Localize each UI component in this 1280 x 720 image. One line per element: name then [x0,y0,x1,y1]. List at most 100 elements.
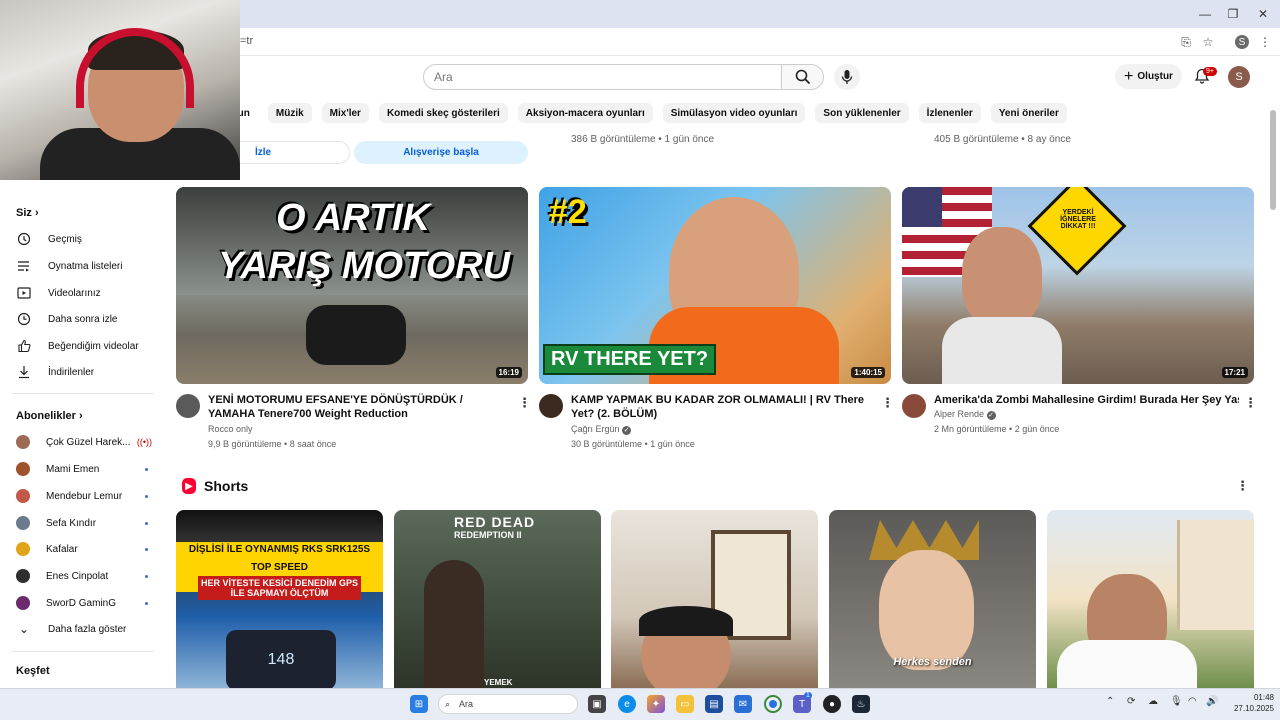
chip-new-to-you[interactable]: Yeni öneriler [990,103,1067,123]
subscription-name: Enes Cinpolat [46,570,109,582]
obs-icon[interactable]: ● [823,695,841,713]
chip-mixes[interactable]: Mix'ler [321,103,369,123]
video-thumbnail[interactable]: #2 RV THERE YET? 1:40:15 [539,187,891,384]
video-title[interactable]: YENİ MOTORUMU EFSANE'YE DÖNÜŞTÜRDÜK / YA… [208,393,498,421]
tray-wifi-icon[interactable]: ◠ [1188,696,1197,707]
account-avatar[interactable]: S [1228,66,1250,88]
more-actions-icon[interactable]: ⋮ [518,395,531,411]
tray-volume-icon[interactable]: 🔊 [1206,696,1218,707]
file-explorer-icon[interactable]: ▭ [676,695,694,713]
store-icon[interactable]: ▤ [705,695,723,713]
sidebar-subscription[interactable]: SworD GaminG [16,594,156,612]
chrome-icon[interactable] [764,695,782,713]
maximize-button[interactable]: ❐ [1216,0,1250,28]
short-thumbnail[interactable]: RED DEAD REDEMPTION II YEMEK [394,510,601,688]
channel-avatar[interactable] [902,394,926,418]
more-actions-icon[interactable]: ⋮ [881,395,894,411]
short-thumbnail[interactable]: DİŞLİSİ İLE OYNANMIŞ RKS SRK125S TOP SPE… [176,510,383,688]
video-duration: 16:19 [495,367,522,378]
tray-chevron-up-icon[interactable]: ⌃ [1106,696,1114,707]
channel-avatar [16,569,30,583]
channel-avatar [16,542,30,556]
short-thumbnail[interactable]: Herkes senden [829,510,1036,688]
sidebar-subscription[interactable]: Kafalar [16,540,156,558]
close-window-button[interactable]: ✕ [1246,0,1280,28]
url-text[interactable]: =tr [240,35,253,47]
sidebar-subscription[interactable]: Sefa Kındır [16,514,156,532]
webcam-overlay [0,0,240,180]
short-thumbnail[interactable] [611,510,818,688]
voice-search-button[interactable] [834,64,860,90]
sidebar-subscription[interactable]: Enes Cinpolat [16,567,156,585]
chip-watched[interactable]: İzlenenler [918,103,981,123]
sidebar-you-heading[interactable]: Siz › [16,207,39,219]
tray-cloud-icon[interactable]: ☁ [1148,696,1158,707]
video-stats: 30 B görüntüleme • 1 gün önce [571,439,695,449]
channel-name[interactable]: Alper Rende ✓ [934,409,996,420]
video-duration: 1:40:15 [851,367,885,378]
chip-recently-uploaded[interactable]: Son yüklenenler [815,103,909,123]
sidebar-show-more[interactable]: ⌄ Daha fazla göster [16,620,156,638]
search-button[interactable] [782,64,824,90]
edge-icon[interactable]: e [618,695,636,713]
like-icon [16,338,32,354]
outlook-icon[interactable]: ✉ [734,695,752,713]
subscription-name: Mami Emen [46,463,100,475]
sidebar-item-watch-later[interactable]: Daha sonra izle [16,310,156,328]
windows-start-icon[interactable]: ⊞ [410,695,428,713]
sidebar-subscription[interactable]: Çok Güzel Harek... ((•)) [16,433,156,451]
video-thumbnail[interactable]: O ARTIK YARIŞ MOTORU 16:19 [176,187,528,384]
short-text: HER VİTESTE KESİCİ DENEDİM GPS İLE SAPMA… [198,576,361,600]
sidebar-item-label: Videolarınız [48,287,101,299]
bookmark-star-icon[interactable]: ☆ [1199,33,1217,51]
search-input[interactable]: Ara [423,64,782,90]
ad-shop-button[interactable]: Alışverişe başla [354,141,528,164]
sidebar-subscription[interactable]: Mami Emen [16,460,156,478]
channel-avatar[interactable] [176,394,200,418]
install-app-icon[interactable]: ⎘ [1177,33,1195,51]
sidebar-item-liked[interactable]: Beğendiğim videolar [16,337,156,355]
video-title[interactable]: Amerika'da Zombi Mahallesine Girdim! Bur… [934,393,1239,407]
chip-comedy[interactable]: Komedi skeç gösterileri [378,103,508,123]
channel-avatar[interactable] [539,394,563,418]
sidebar-subscriptions-heading[interactable]: Abonelikler › [16,410,83,422]
sidebar-item-playlists[interactable]: Oynatma listeleri [16,257,156,275]
system-clock[interactable]: 01:48 27.10.2025 [1228,692,1274,714]
browser-profile-avatar[interactable]: S [1235,35,1249,49]
create-button[interactable]: + Oluştur [1115,64,1182,89]
video-title[interactable]: KAMP YAPMAK BU KADAR ZOR OLMAMALI! | RV … [571,393,871,421]
page-scrollbar[interactable] [1270,110,1276,210]
shorts-more-icon[interactable]: ⋮ [1236,478,1249,494]
chip-music[interactable]: Müzik [267,103,312,123]
verified-icon: ✓ [622,426,632,435]
chip-action-adventure[interactable]: Aksiyon-macera oyunları [517,103,653,123]
sidebar-item-history[interactable]: Geçmiş [16,230,156,248]
sidebar-divider [12,393,154,394]
prev-video-meta-1: 386 B görüntüleme • 1 gün önce [571,134,715,145]
search-icon [795,69,810,85]
browser-menu-icon[interactable]: ⋮ [1256,33,1274,51]
channel-name[interactable]: Rocco only [208,424,253,434]
steam-icon[interactable]: ♨ [852,695,870,713]
sidebar-explore-heading: Keşfet [16,665,50,677]
sidebar-divider [12,651,154,652]
tray-mic-icon[interactable]: 🎙 [1170,696,1183,707]
sidebar-item-label: Oynatma listeleri [48,260,123,272]
sidebar-subscription[interactable]: Mendebur Lemur [16,487,156,505]
taskbar-search[interactable]: ⌕ Ara [438,694,578,714]
sidebar-item-downloads[interactable]: İndirilenler [16,363,156,381]
chip-simulation[interactable]: Simülasyon video oyunları [662,103,806,123]
channel-avatar [16,462,30,476]
short-thumbnail[interactable] [1047,510,1254,688]
task-view-icon[interactable]: ▣ [588,695,606,713]
sidebar-item-your-videos[interactable]: Videolarınız [16,284,156,302]
tray-sync-icon[interactable]: ⟳ [1127,696,1135,707]
clock-time: 01:48 [1253,693,1274,702]
channel-avatar [16,516,30,530]
copilot-icon[interactable]: ✦ [647,695,665,713]
search-icon: ⌕ [445,698,451,709]
thumbnail-text: #2 [549,193,587,231]
channel-name[interactable]: Çağrı Ergün ✓ [571,424,632,435]
more-actions-icon[interactable]: ⋮ [1244,395,1257,411]
video-thumbnail[interactable]: YERDEKİ İĞNELERE DİKKAT !!! 17:21 [902,187,1254,384]
